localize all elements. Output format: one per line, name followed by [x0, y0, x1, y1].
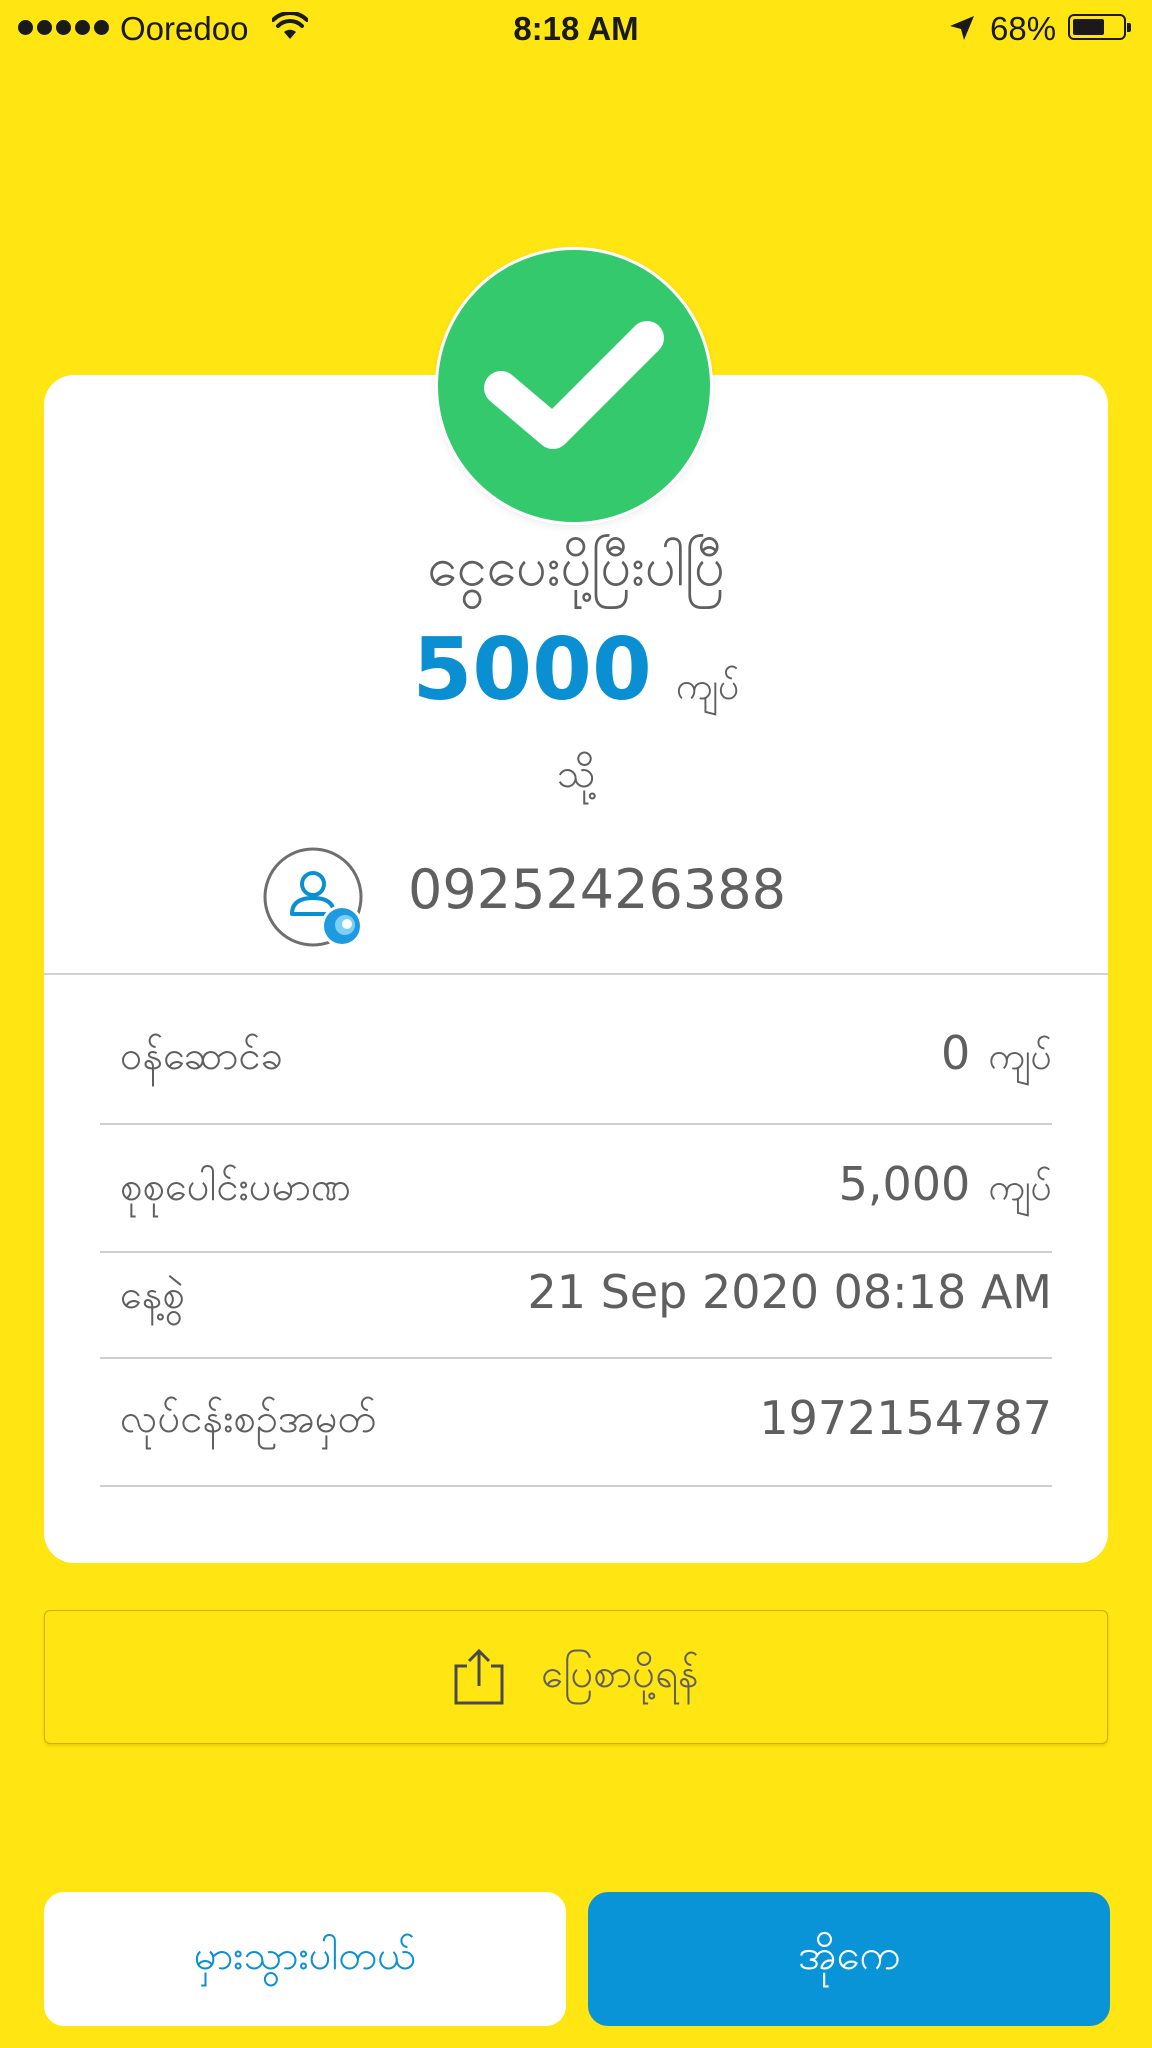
detail-value: 0 ကျပ်	[941, 1026, 1052, 1088]
detail-value-transaction-id: 1972154787	[759, 1391, 1052, 1445]
amount-value: 5000	[412, 620, 652, 720]
detail-value: 5,000 ကျပ်	[839, 1157, 1052, 1219]
status-time: 8:18 AM	[513, 10, 639, 47]
detail-value-number: 5,000	[838, 1157, 971, 1211]
user-avatar-icon	[263, 847, 363, 947]
detail-row-service-fee: ဝန်ဆောင်ခ 0 ကျပ်	[100, 990, 1052, 1125]
detail-value: 21 Sep 2020 08:18 AM	[527, 1265, 1052, 1319]
status-bar: Ooredoo 8:18 AM 68%	[0, 0, 1152, 60]
transfer-status-title: ငွေပေးပို့ပြီးပါပြီ	[427, 535, 725, 598]
wrong-transfer-button[interactable]: မှားသွားပါတယ်	[44, 1892, 566, 2026]
detail-row-date: နေ့စွဲ 21 Sep 2020 08:18 AM	[100, 1253, 1052, 1359]
wallet-badge-icon	[321, 905, 363, 947]
amount-row: 5000 ကျပ်	[44, 620, 1108, 720]
card-divider	[44, 973, 1108, 975]
detail-value-number: 0	[941, 1026, 971, 1080]
battery-tip	[1127, 23, 1131, 32]
detail-row-total-amount: စုစုပေါင်းပမာဏ 5,000 ကျပ်	[100, 1125, 1052, 1253]
location-arrow-icon	[950, 16, 974, 40]
detail-row-transaction-id: လုပ်ငန်းစဉ်အမှတ် 1972154787	[100, 1359, 1052, 1487]
detail-label: လုပ်ငန်းစဉ်အမှတ်	[120, 1396, 377, 1442]
success-badge	[438, 250, 710, 522]
recipient-number: 09252426388	[408, 858, 786, 921]
to-label: သို့	[556, 751, 596, 797]
ok-button[interactable]: အိုကေ	[588, 1892, 1110, 2026]
detail-label: စုစုပေါင်းပမာဏ	[120, 1164, 352, 1210]
battery-percent: 68%	[990, 10, 1057, 47]
detail-value-date: 21 Sep 2020 08:18 AM	[527, 1265, 1052, 1319]
detail-value: 1972154787	[759, 1391, 1052, 1445]
share-upload-icon	[454, 1648, 504, 1705]
checkmark-icon	[484, 321, 664, 449]
share-receipt-label: ပြေစာပို့ရန်	[541, 1650, 699, 1697]
detail-label: နေ့စွဲ	[120, 1272, 185, 1318]
share-receipt-button[interactable]: ပြေစာပို့ရန်	[44, 1610, 1108, 1744]
battery-fill	[1073, 19, 1104, 35]
detail-value-unit: ကျပ်	[988, 1165, 1052, 1209]
battery-icon	[1068, 14, 1131, 40]
detail-label: ဝန်ဆောင်ခ	[120, 1033, 284, 1079]
amount-unit: ကျပ်	[675, 664, 740, 708]
detail-value-unit: ကျပ်	[988, 1034, 1052, 1078]
